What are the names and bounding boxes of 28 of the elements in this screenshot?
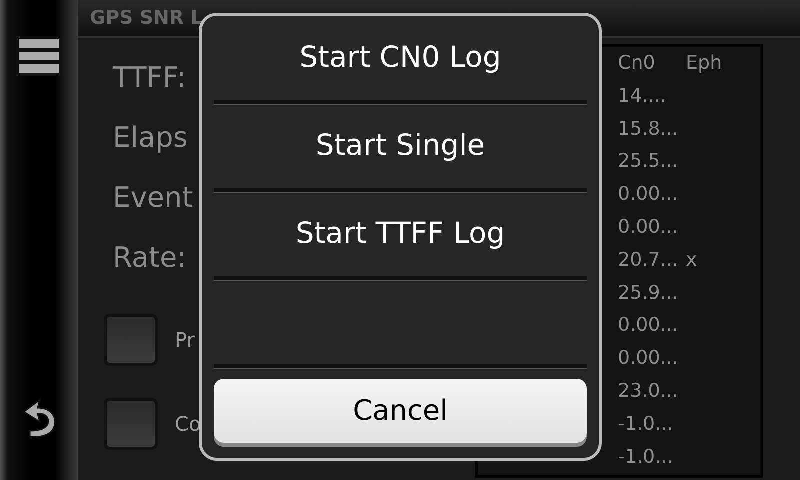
screen-title: GPS SNR L [90, 7, 203, 29]
table-cell-text: 20.7... [618, 248, 680, 273]
table-cell-text: 25.5... [618, 149, 680, 174]
table-cell-text: x [686, 248, 698, 273]
table-cell-text: 23.0... [618, 378, 680, 404]
field-label: Elaps [113, 120, 188, 156]
table-cell-text: 25.9... [618, 280, 680, 306]
table-cell-text: -1.0... [618, 444, 674, 470]
menu-item[interactable]: Start Single [214, 104, 587, 192]
cancel-button[interactable]: Cancel [214, 379, 587, 443]
field-label: Rate: [113, 240, 187, 276]
checkbox[interactable] [104, 398, 158, 450]
checkbox[interactable] [104, 314, 158, 366]
column-header: Cn0 [618, 51, 656, 76]
table-cell-text: 0.00... [618, 346, 680, 372]
table-cell-text: 0.00... [618, 182, 680, 208]
table-cell-text: 14.... [618, 84, 668, 109]
table-cell-text: 15.8... [618, 116, 680, 142]
checkbox-label: Pr [175, 327, 195, 354]
field-label: TTFF: [113, 60, 186, 96]
table-cell-text: 0.00... [618, 214, 680, 240]
menu-item[interactable]: Start TTFF Log [214, 192, 587, 280]
menu-item[interactable]: Start CN0 Log [214, 16, 587, 104]
table-cell-text: -1.0... [618, 412, 674, 437]
column-header: Eph [686, 51, 722, 76]
table-cell-text: 0.00... [618, 313, 680, 338]
field-label: Event [113, 180, 194, 216]
menu-icon[interactable] [16, 36, 62, 76]
